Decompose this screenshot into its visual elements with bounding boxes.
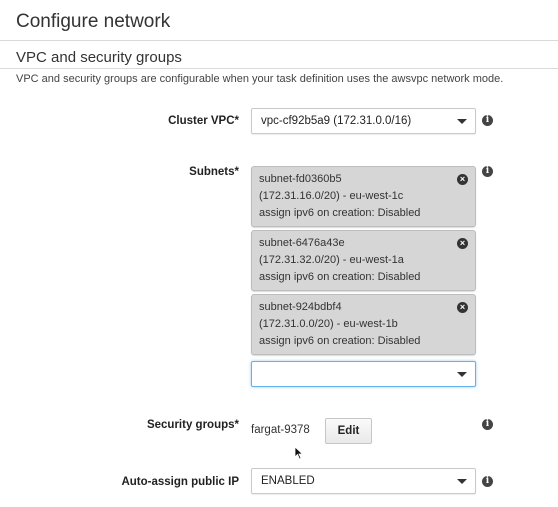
remove-icon[interactable]: × [457, 302, 468, 313]
info-icon[interactable]: i [482, 476, 493, 487]
remove-icon[interactable]: × [457, 238, 468, 249]
chevron-down-icon [457, 479, 467, 484]
section-description: VPC and security groups are configurable… [16, 73, 504, 85]
divider [0, 40, 558, 41]
subnet-token: subnet-924bdbf4 (172.31.0.0/20) - eu-wes… [251, 294, 476, 355]
subnets-label: Subnets* [189, 166, 239, 178]
cluster-vpc-label: Cluster VPC* [168, 115, 239, 127]
info-icon[interactable]: i [482, 419, 493, 430]
info-icon[interactable]: i [482, 166, 493, 177]
security-groups-label: Security groups* [146, 419, 239, 431]
auto-assign-ip-label: Auto-assign public IP [121, 476, 239, 488]
subnet-detail: (172.31.32.0/20) - eu-west-1a [259, 254, 404, 266]
chevron-down-icon [457, 372, 467, 377]
subnet-id: subnet-fd0360b5 [259, 173, 342, 185]
info-icon[interactable]: i [482, 115, 493, 126]
subnet-detail: (172.31.16.0/20) - eu-west-1c [259, 190, 404, 202]
subnet-ipv6: assign ipv6 on creation: Disabled [259, 207, 421, 219]
cluster-vpc-select[interactable]: vpc-cf92b5a9 (172.31.0.0/16) [251, 108, 476, 134]
auto-assign-ip-value: ENABLED [261, 475, 315, 487]
subnet-ipv6: assign ipv6 on creation: Disabled [259, 335, 421, 347]
subnet-ipv6: assign ipv6 on creation: Disabled [259, 271, 421, 283]
mouse-pointer-icon [294, 446, 304, 460]
section-title: VPC and security groups [16, 49, 182, 66]
security-groups-value: fargat-9378 [251, 424, 310, 436]
chevron-down-icon [457, 119, 467, 124]
cluster-vpc-value: vpc-cf92b5a9 (172.31.0.0/16) [261, 115, 412, 127]
auto-assign-ip-select[interactable]: ENABLED [251, 468, 476, 494]
page-title: Configure network [16, 11, 171, 32]
remove-icon[interactable]: × [457, 174, 468, 185]
subnet-token: subnet-fd0360b5 (172.31.16.0/20) - eu-we… [251, 166, 476, 227]
subnet-id: subnet-924bdbf4 [259, 301, 342, 313]
subnet-id: subnet-6476a43e [259, 237, 345, 249]
subnet-add-select[interactable] [251, 361, 476, 387]
edit-security-groups-button[interactable]: Edit [325, 418, 372, 444]
subnet-detail: (172.31.0.0/20) - eu-west-1b [259, 318, 398, 330]
subnet-token: subnet-6476a43e (172.31.32.0/20) - eu-we… [251, 230, 476, 291]
divider [0, 68, 558, 69]
